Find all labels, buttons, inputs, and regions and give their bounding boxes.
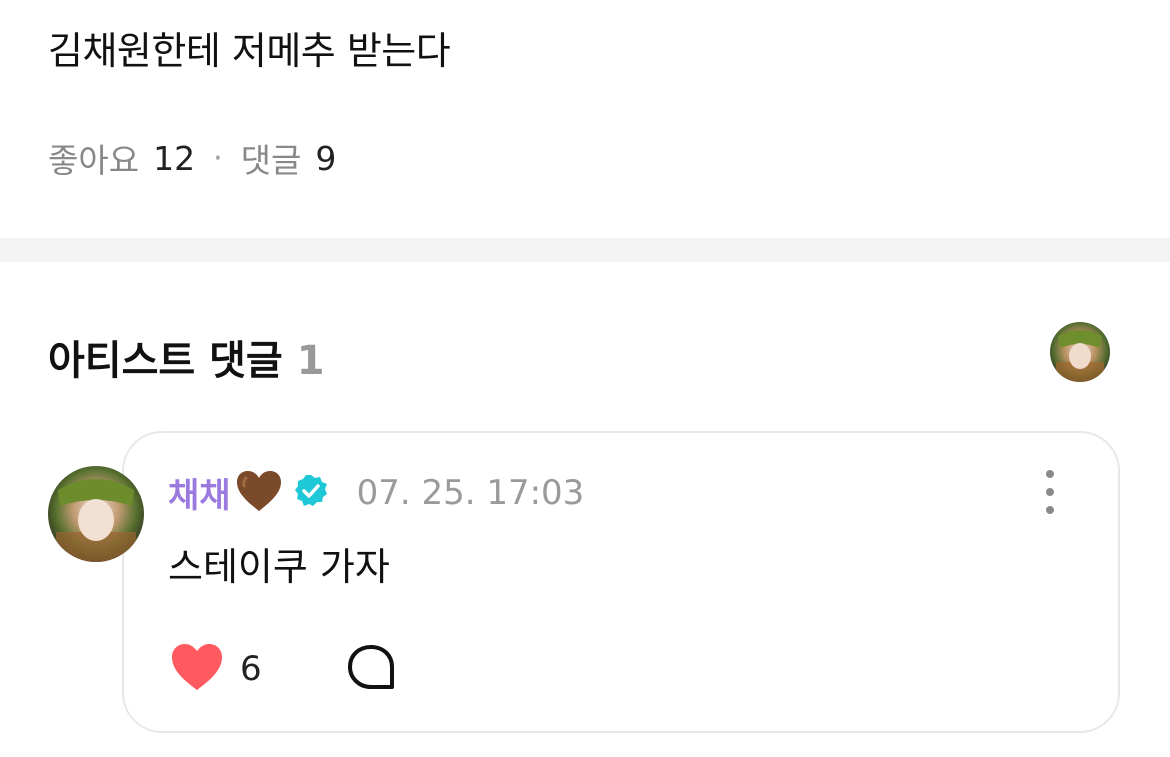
- verified-badge-icon: [293, 473, 329, 513]
- comments-label: 댓글: [240, 141, 302, 180]
- artist-comments-title: 아티스트 댓글: [48, 338, 283, 384]
- comment-timestamp: 07. 25. 17:03: [356, 472, 585, 513]
- reply-button[interactable]: [346, 643, 396, 695]
- comment-actions: 6: [170, 642, 396, 696]
- likes-label: 좋아요: [48, 141, 140, 180]
- comments-count: 9: [315, 138, 337, 178]
- post-text: 김채원한테 저메추 받는다: [48, 29, 451, 73]
- comment-author-name[interactable]: 채채: [168, 468, 231, 517]
- commenter-avatar[interactable]: [48, 466, 144, 562]
- stats-separator: ·: [213, 140, 223, 176]
- heart-icon: [170, 642, 224, 696]
- section-divider: [0, 238, 1170, 262]
- reply-bubble-icon: [346, 643, 396, 695]
- more-options-icon[interactable]: [1036, 470, 1064, 514]
- artist-comments-heading: 아티스트 댓글 1: [48, 328, 325, 386]
- comment-header: 채채 07. 25. 17:03: [168, 468, 584, 517]
- like-button[interactable]: 6: [170, 642, 262, 696]
- likes-count: 12: [153, 138, 196, 178]
- avatar-image: [48, 466, 144, 562]
- comment-body: 스테이쿠 가자: [168, 545, 390, 589]
- post-stats: 좋아요 12 · 댓글 9: [48, 134, 336, 182]
- brown-heart-icon: [235, 469, 283, 517]
- artist-comments-count: 1: [296, 338, 325, 384]
- like-count: 6: [240, 649, 262, 689]
- artist-avatar-button[interactable]: [1050, 322, 1110, 382]
- avatar-image: [1050, 322, 1110, 382]
